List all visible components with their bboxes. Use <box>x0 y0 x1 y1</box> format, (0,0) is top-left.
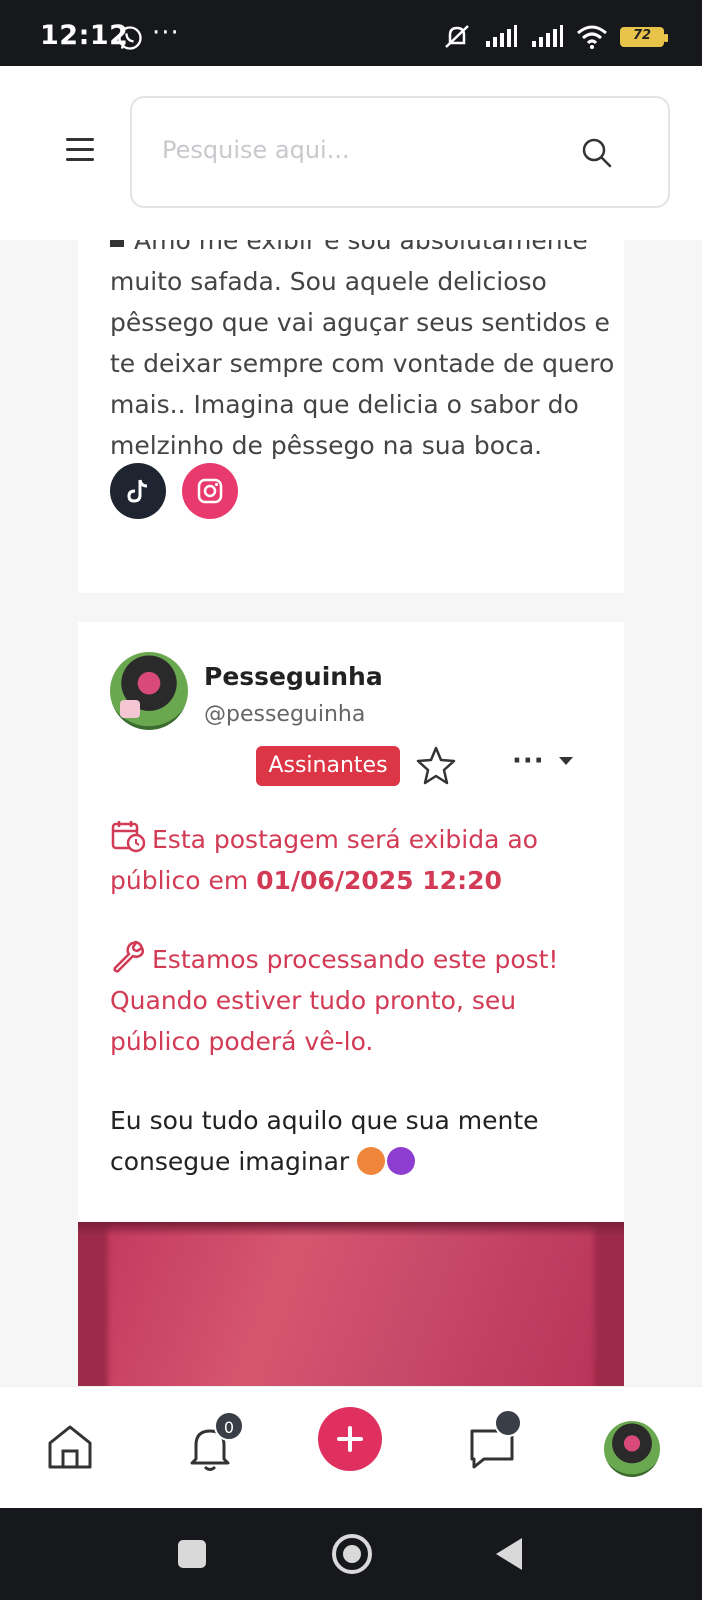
instagram-icon[interactable] <box>182 463 238 519</box>
tiktok-icon[interactable] <box>110 463 166 519</box>
blurred-image <box>108 1222 594 1386</box>
unread-dot <box>494 1409 522 1437</box>
wifi-icon <box>577 25 607 49</box>
wrench-icon <box>113 940 145 973</box>
hamburger-icon[interactable] <box>66 138 94 161</box>
schedule-date: 01/06/2025 12:20 <box>256 866 502 895</box>
bio-text-block: Amo me exibir e sou absolutamente muito … <box>110 240 630 466</box>
create-post-button[interactable] <box>318 1407 382 1471</box>
caption-text: Eu sou tudo aquilo que sua mente consegu… <box>110 1106 539 1176</box>
home-icon <box>48 1425 92 1469</box>
nav-notifications[interactable]: 0 <box>180 1411 244 1477</box>
system-navigation-bar <box>0 1508 702 1600</box>
author-name[interactable]: Pesseguinha <box>204 662 383 691</box>
bio-text: Amo me exibir e sou absolutamente muito … <box>110 240 615 460</box>
nav-profile-avatar[interactable] <box>604 1421 660 1477</box>
avatar[interactable] <box>110 652 188 730</box>
home-button-icon[interactable] <box>332 1534 372 1574</box>
signal-icon <box>532 25 563 47</box>
search-box[interactable] <box>130 96 670 208</box>
notification-count-badge: 0 <box>214 1411 244 1441</box>
smiling-devil-emoji <box>387 1147 416 1175</box>
author-handle[interactable]: @pesseguinha <box>204 702 365 727</box>
star-icon[interactable] <box>414 744 458 788</box>
processing-text: Estamos processando este post! Quando es… <box>110 945 559 1056</box>
plus-icon <box>337 1426 363 1452</box>
status-overflow: ··· <box>152 18 180 48</box>
search-input[interactable] <box>162 128 562 172</box>
processing-notice: Estamos processando este post! Quando es… <box>110 938 590 1062</box>
battery-level: 72 <box>632 28 652 43</box>
nav-messages[interactable] <box>462 1409 522 1477</box>
status-icons: 72 <box>442 22 668 52</box>
post-media-blurred[interactable] <box>78 1222 624 1386</box>
top-bar <box>0 66 702 240</box>
post-caption: Eu sou tudo aquilo que sua mente consegu… <box>110 1100 590 1182</box>
bullet-square-icon <box>110 240 124 247</box>
mute-icon <box>445 25 469 48</box>
battery-icon: 72 <box>620 27 668 47</box>
chevron-down-icon <box>558 757 573 765</box>
nav-home[interactable] <box>40 1417 100 1477</box>
feed: Amo me exibir e sou absolutamente muito … <box>0 240 702 1386</box>
post-options-button[interactable]: ··· <box>512 746 573 776</box>
back-icon[interactable] <box>496 1538 522 1570</box>
subscribers-badge: Assinantes <box>256 746 400 786</box>
recents-icon[interactable] <box>178 1540 206 1568</box>
bottom-navigation: 0 <box>0 1386 702 1508</box>
schedule-notice: Esta postagem será exibida ao público em… <box>110 818 590 901</box>
profile-bio-card: Amo me exibir e sou absolutamente muito … <box>78 240 624 593</box>
more-icon: ··· <box>512 746 545 776</box>
hot-face-emoji <box>357 1147 386 1175</box>
social-links <box>110 463 238 519</box>
calendar-clock-icon <box>111 821 146 853</box>
whatsapp-icon <box>118 26 142 50</box>
status-bar: 12:12 ··· 72 <box>0 0 702 66</box>
search-icon[interactable] <box>580 136 614 170</box>
post-card: Pesseguinha @pesseguinha Assinantes ··· … <box>78 622 624 1386</box>
signal-icon <box>486 25 517 47</box>
